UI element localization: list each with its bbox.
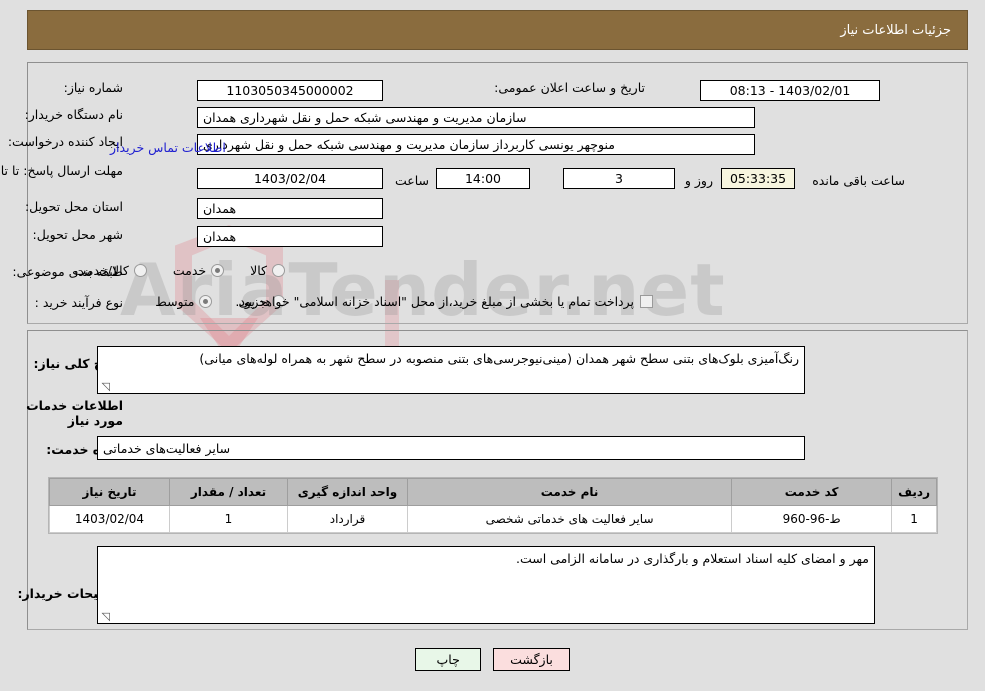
city-value: همدان [197, 226, 383, 247]
days-label: روز و [684, 173, 713, 188]
deadline-hour-label: ساعت [394, 173, 429, 188]
category-option-khedmat-label: خدمت [172, 263, 207, 278]
radio-khedmat[interactable] [211, 264, 225, 277]
deadline-date-value: 1403/02/04 [197, 168, 383, 189]
process-option-motevaset-label: متوسط [155, 294, 195, 309]
requester-label: ایجاد کننده درخواست: [7, 134, 123, 149]
treasury-note-text: پرداخت تمام یا بخشی از مبلغ خرید،از محل … [235, 294, 634, 309]
countdown-value: 05:33:35 [721, 168, 795, 189]
province-value: همدان [197, 198, 383, 219]
th-unit: واحد اندازه گیری [287, 478, 408, 506]
buyer-org-label: نام دستگاه خریدار: [24, 107, 123, 122]
category-radio-group: کالا خدمت کالا/خدمت [74, 263, 285, 278]
back-button[interactable]: بازگشت [493, 648, 570, 671]
services-table: ردیف کد خدمت نام خدمت واحد اندازه گیری ت… [48, 477, 938, 534]
need-info-panel [27, 62, 968, 324]
th-row-no: ردیف [891, 478, 937, 506]
process-option-motevaset[interactable]: متوسط [155, 294, 213, 309]
buyer-contact-link[interactable]: اطلاعات تماس خریدار [110, 140, 226, 155]
th-quantity: تعداد / مقدار [169, 478, 288, 506]
process-type-label: نوع فرآیند خرید : [34, 295, 123, 310]
page-title: جزئیات اطلاعات نیاز [840, 22, 951, 38]
need-number-label: شماره نیاز: [63, 80, 123, 95]
need-number-value: 1103050345000002 [197, 80, 383, 101]
th-need-date: تاریخ نیاز [49, 478, 170, 506]
city-label: شهر محل تحویل: [32, 227, 123, 242]
radio-kala[interactable] [272, 264, 285, 277]
service-group-value: سایر فعالیت‌های خدماتی [97, 436, 805, 460]
summary-textarea[interactable]: رنگ‌آمیزی بلوک‌های بتنی سطح شهر همدان (م… [97, 346, 805, 394]
treasury-note-group: پرداخت تمام یا بخشی از مبلغ خرید،از محل … [235, 294, 653, 309]
th-service-code: کد خدمت [731, 478, 893, 506]
treasury-checkbox[interactable] [640, 295, 653, 308]
radio-motevaset[interactable] [199, 295, 213, 308]
deadline-label: مهلت ارسال پاسخ: تا تاریخ: [0, 163, 123, 178]
print-button[interactable]: چاپ [415, 648, 482, 671]
countdown-label: ساعت باقی مانده [812, 173, 905, 188]
cell-row-no: 1 [891, 505, 937, 533]
category-option-kala-khedmat[interactable]: کالا/خدمت [74, 263, 147, 278]
buyer-notes-textarea[interactable]: مهر و امضای کلیه اسناد استعلام و بارگذار… [97, 546, 875, 624]
services-section-heading: اطلاعات خدمات مورد نیاز [26, 398, 123, 428]
footer-buttons: بازگشت چاپ [0, 648, 985, 671]
radio-kala-khedmat[interactable] [133, 264, 147, 277]
requester-value: منوچهر یونسی کاربرداز سازمان مدیریت و مه… [197, 134, 755, 155]
days-remaining-value: 3 [563, 168, 675, 189]
category-option-kala[interactable]: کالا [250, 263, 285, 278]
province-label: استان محل تحویل: [24, 199, 123, 214]
buyer-org-value: سازمان مدیریت و مهندسی شبکه حمل و نقل شه… [197, 107, 755, 128]
cell-need-date: 1403/02/04 [49, 505, 170, 533]
announce-date-label: تاریخ و ساعت اعلان عمومی: [494, 80, 645, 95]
cell-quantity: 1 [169, 505, 288, 533]
buyer-notes-text: مهر و امضای کلیه اسناد استعلام و بارگذار… [516, 551, 869, 566]
summary-text: رنگ‌آمیزی بلوک‌های بتنی سطح شهر همدان (م… [199, 351, 799, 366]
deadline-hour-value: 14:00 [436, 168, 530, 189]
resize-grip-icon[interactable]: ◹ [100, 381, 110, 392]
cell-service-code: ط-96-960 [731, 505, 893, 533]
table-row[interactable]: 1 ط-96-960 سایر فعالیت های خدماتی شخصی ق… [49, 505, 937, 533]
cell-unit: قرارداد [287, 505, 408, 533]
cell-service-name: سایر فعالیت های خدماتی شخصی [406, 505, 733, 533]
resize-grip-icon-notes[interactable]: ◹ [100, 611, 110, 622]
table-header-row: ردیف کد خدمت نام خدمت واحد اندازه گیری ت… [49, 478, 937, 506]
category-option-kala-khedmat-label: کالا/خدمت [74, 263, 129, 278]
th-service-name: نام خدمت [406, 478, 733, 506]
category-option-khedmat[interactable]: خدمت [172, 263, 225, 278]
page-title-bar: جزئیات اطلاعات نیاز [27, 10, 968, 50]
announce-date-value: 1403/02/01 - 08:13 [700, 80, 880, 101]
category-option-kala-label: کالا [250, 263, 267, 278]
